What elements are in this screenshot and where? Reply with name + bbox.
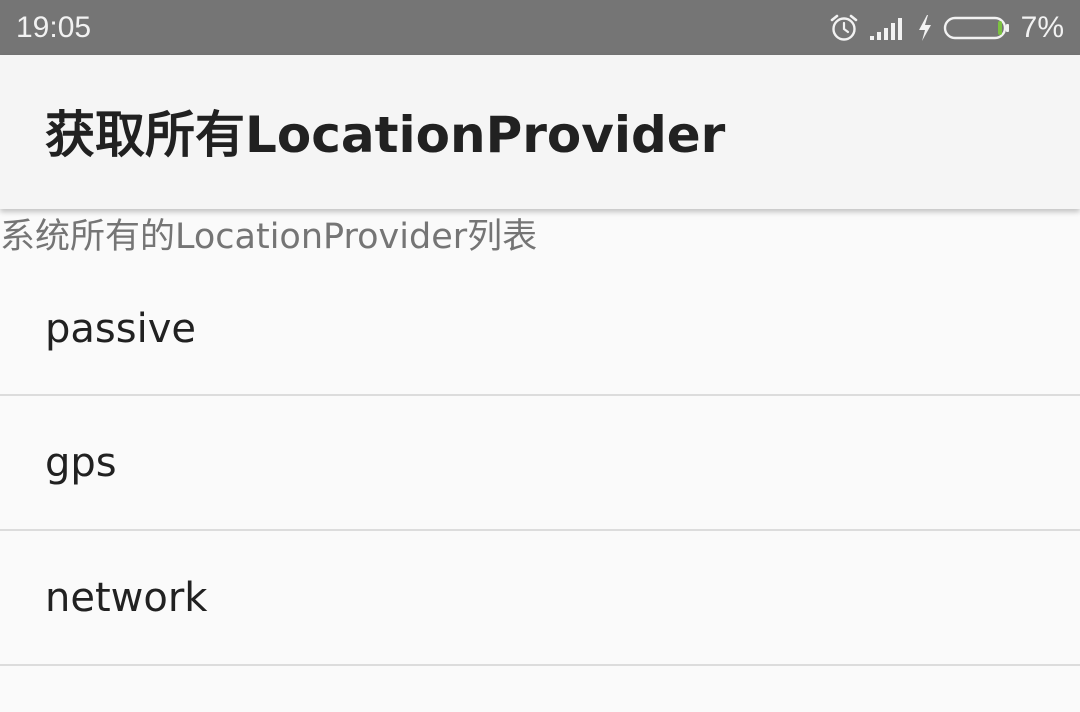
- signal-icon: [869, 14, 907, 42]
- list-item-network[interactable]: network: [0, 531, 1080, 666]
- provider-list: passive gps network: [0, 264, 1080, 666]
- list-item-label: gps: [45, 439, 117, 486]
- list-item-passive[interactable]: passive: [0, 264, 1080, 396]
- list-item-label: passive: [45, 306, 196, 352]
- app-bar: 获取所有LocationProvider: [0, 55, 1080, 209]
- battery-percent: 7%: [1020, 11, 1064, 44]
- page-title: 获取所有LocationProvider: [45, 106, 726, 164]
- status-icons: 7%: [829, 10, 1064, 46]
- list-header: 系统所有的LocationProvider列表: [0, 217, 538, 257]
- battery-icon: [943, 14, 1011, 42]
- charging-icon: [917, 14, 933, 42]
- list-item-gps[interactable]: gps: [0, 396, 1080, 531]
- status-bar: 19:05 7%: [0, 0, 1080, 55]
- status-time: 19:05: [16, 11, 92, 44]
- alarm-icon: [829, 13, 859, 43]
- list-item-label: network: [45, 574, 208, 621]
